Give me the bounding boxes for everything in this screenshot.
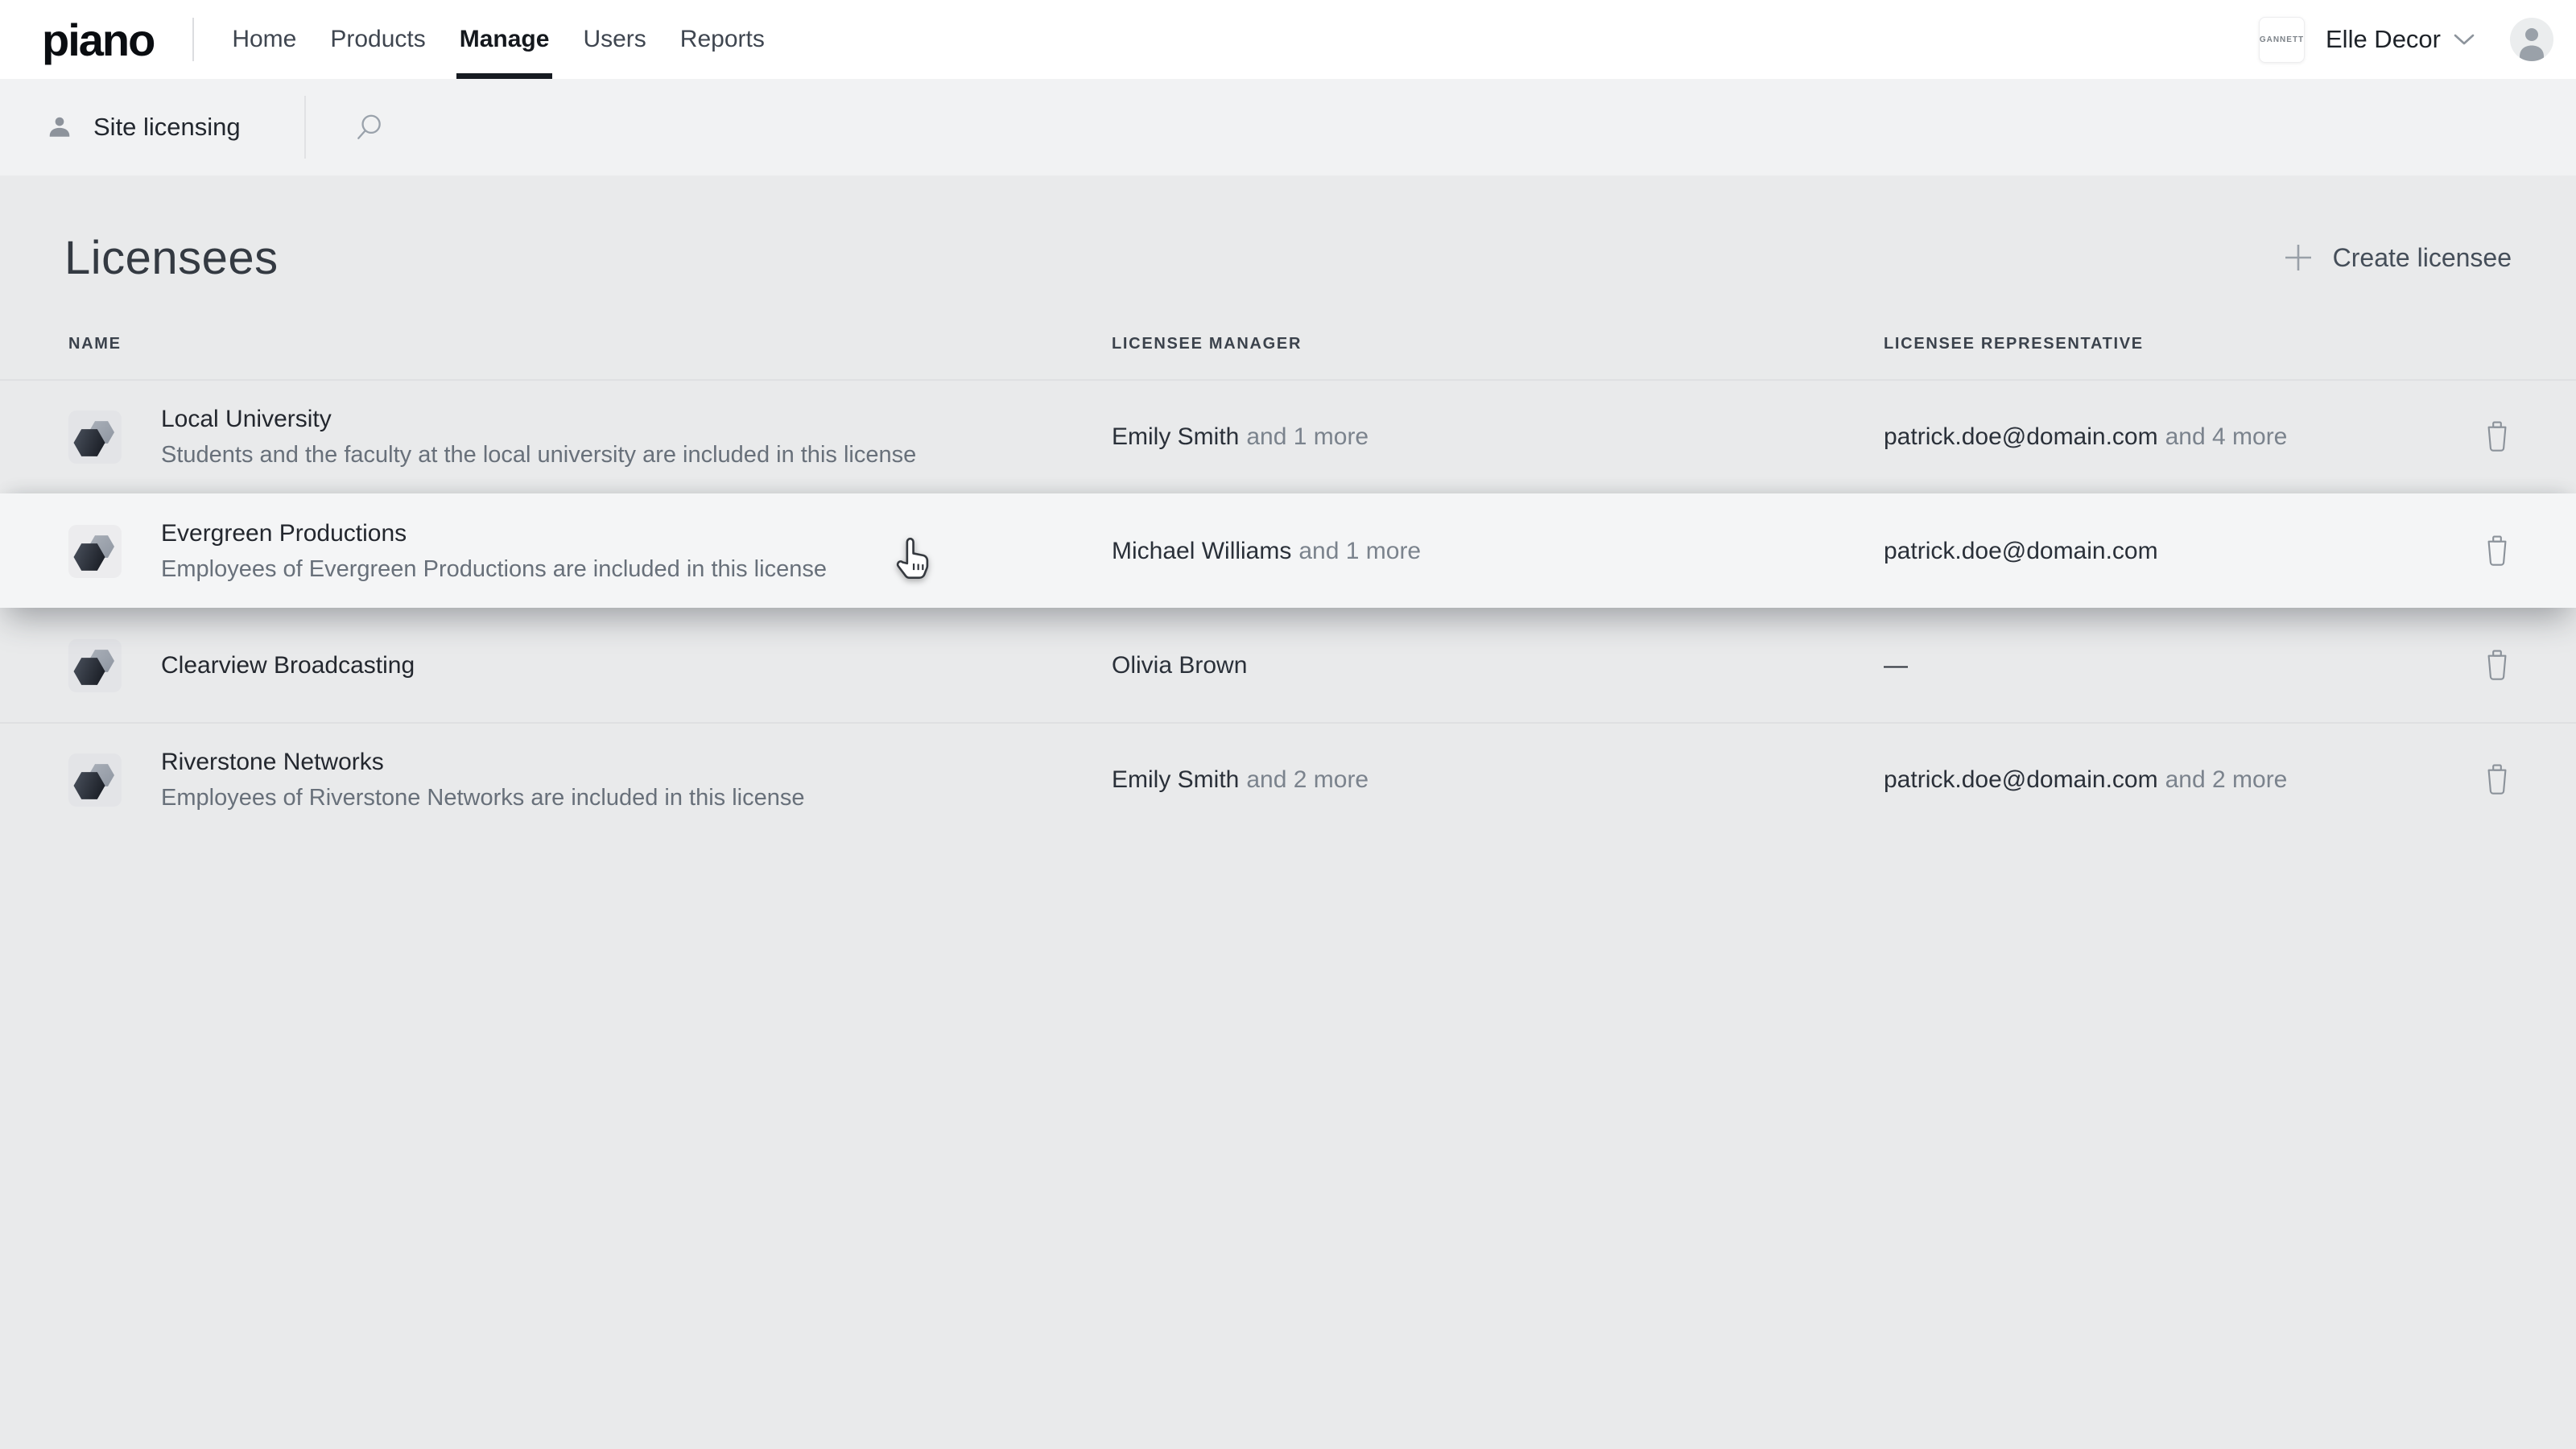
user-avatar[interactable] <box>2510 18 2553 61</box>
manager-name: Emily Smith <box>1112 423 1239 450</box>
representative-cell: patrick.doe@domain.com and 4 more <box>1884 423 2481 451</box>
piano-logo[interactable]: piano <box>42 14 154 66</box>
licensee-description: Students and the faculty at the local un… <box>161 442 916 469</box>
search-icon <box>354 112 385 142</box>
representative-email: patrick.doe@domain.com <box>1884 766 2158 793</box>
org-logo-badge[interactable]: GANNETT <box>2259 17 2305 63</box>
licensee-name: Evergreen Productions <box>161 520 827 547</box>
app-label: Site licensing <box>93 113 241 142</box>
app-bar: Site licensing <box>0 79 2576 175</box>
manager-name: Olivia Brown <box>1112 652 1247 679</box>
manager-more: and 2 more <box>1246 766 1368 793</box>
name-cell: Local University Students and the facult… <box>68 406 1112 469</box>
representative-more: and 4 more <box>2165 423 2288 450</box>
representative-email: patrick.doe@domain.com <box>1884 423 2158 450</box>
create-licensee-label: Create licensee <box>2333 243 2512 273</box>
name-text: Local University Students and the facult… <box>161 406 916 469</box>
licensee-logo-icon <box>68 639 122 692</box>
name-cell: Evergreen Productions Employees of Everg… <box>68 520 1112 583</box>
person-icon <box>47 114 72 140</box>
person-icon <box>2510 18 2553 61</box>
top-nav: piano HomeProductsManageUsersReports GAN… <box>0 0 2576 79</box>
nav-item-users[interactable]: Users <box>566 0 663 79</box>
name-cell: Clearview Broadcasting <box>68 639 1112 692</box>
manager-more: and 1 more <box>1246 423 1368 450</box>
representative-cell: patrick.doe@domain.com and 2 more <box>1884 766 2481 794</box>
delete-licensee-button[interactable] <box>2481 646 2513 686</box>
nav-right: GANNETT Elle Decor <box>2259 17 2553 63</box>
nav-item-reports[interactable]: Reports <box>663 0 782 79</box>
manager-more: and 1 more <box>1298 538 1421 564</box>
table-row[interactable]: Local University Students and the facult… <box>0 379 2576 493</box>
column-header-manager: LICENSEE MANAGER <box>1112 335 1884 353</box>
page-title: Licensees <box>64 231 279 285</box>
name-text: Riverstone Networks Employees of Riverst… <box>161 749 804 811</box>
table-header: NAME LICENSEE MANAGER LICENSEE REPRESENT… <box>0 335 2576 379</box>
licensee-name: Clearview Broadcasting <box>161 652 415 679</box>
trash-icon <box>2484 650 2510 682</box>
licensee-name: Local University <box>161 406 916 433</box>
primary-nav: HomeProductsManageUsersReports <box>215 0 782 79</box>
licensee-list: Local University Students and the facult… <box>0 379 2576 836</box>
delete-licensee-button[interactable] <box>2481 760 2513 800</box>
trash-icon <box>2484 535 2510 568</box>
app-switcher[interactable]: Site licensing <box>0 113 241 142</box>
nav-item-products[interactable]: Products <box>313 0 442 79</box>
nav-item-home[interactable]: Home <box>215 0 313 79</box>
trash-icon <box>2484 421 2510 453</box>
column-header-representative: LICENSEE REPRESENTATIVE <box>1884 335 2481 353</box>
name-text: Clearview Broadcasting <box>161 652 415 679</box>
licensee-logo-icon <box>68 525 122 578</box>
representative-cell: — <box>1884 652 2481 679</box>
delete-licensee-button[interactable] <box>2481 531 2513 572</box>
manager-cell: Michael Williams and 1 more <box>1112 538 1884 565</box>
plus-icon <box>2281 241 2315 275</box>
representative-email: — <box>1884 652 1908 679</box>
trash-icon <box>2484 764 2510 796</box>
manager-cell: Emily Smith and 2 more <box>1112 766 1884 794</box>
manager-cell: Olivia Brown <box>1112 652 1884 679</box>
licensee-logo-icon <box>68 753 122 807</box>
licensee-description: Employees of Evergreen Productions are i… <box>161 556 827 583</box>
manager-name: Michael Williams <box>1112 538 1291 564</box>
subheader-divider <box>304 96 306 159</box>
representative-more: and 2 more <box>2165 766 2288 793</box>
create-licensee-button[interactable]: Create licensee <box>2281 241 2512 275</box>
name-cell: Riverstone Networks Employees of Riverst… <box>68 749 1112 811</box>
nav-divider <box>192 18 194 61</box>
column-header-name: NAME <box>68 335 1112 353</box>
chevron-down-icon[interactable] <box>2454 34 2475 46</box>
org-switcher[interactable]: Elle Decor <box>2326 25 2441 54</box>
representative-cell: patrick.doe@domain.com <box>1884 538 2481 565</box>
table-row[interactable]: Evergreen Productions Employees of Everg… <box>0 493 2576 608</box>
nav-item-manage[interactable]: Manage <box>443 0 567 79</box>
table-row[interactable]: Clearview Broadcasting Olivia Brown — <box>0 608 2576 722</box>
manager-cell: Emily Smith and 1 more <box>1112 423 1884 451</box>
page-head: Licensees Create licensee <box>64 227 2512 288</box>
delete-licensee-button[interactable] <box>2481 417 2513 457</box>
licensee-description: Employees of Riverstone Networks are inc… <box>161 785 804 811</box>
name-text: Evergreen Productions Employees of Everg… <box>161 520 827 583</box>
table-row[interactable]: Riverstone Networks Employees of Riverst… <box>0 722 2576 836</box>
licensee-logo-icon <box>68 411 122 464</box>
licensee-name: Riverstone Networks <box>161 749 804 776</box>
manager-name: Emily Smith <box>1112 766 1239 793</box>
search-button[interactable] <box>333 79 406 175</box>
representative-email: patrick.doe@domain.com <box>1884 538 2158 564</box>
